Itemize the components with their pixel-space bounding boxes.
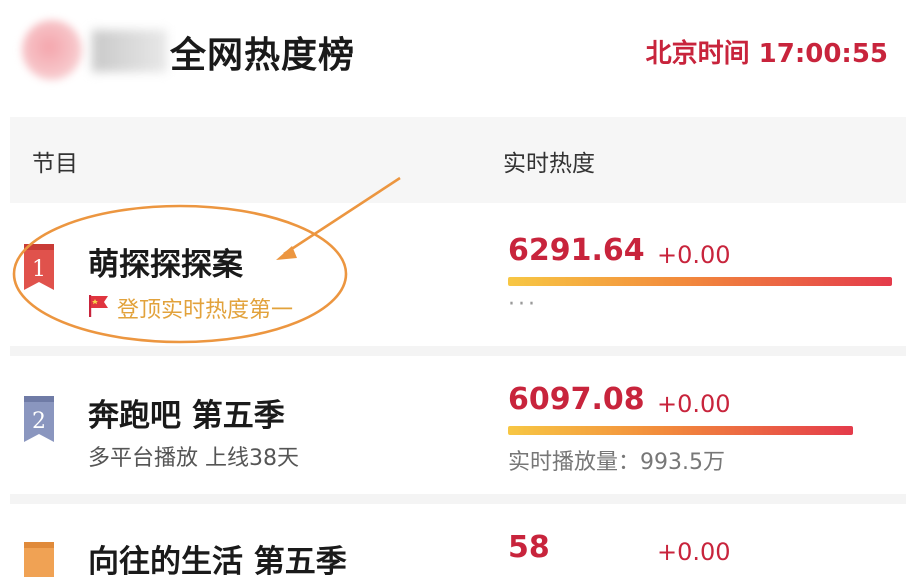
row-divider <box>10 346 906 356</box>
program-title: 奔跑吧 第五季 <box>88 398 285 434</box>
heat-value: 6291.64 <box>508 233 645 268</box>
blurred-app-name <box>92 30 167 72</box>
list-item[interactable]: 向往的生活 第五季 58 +0.00 <box>10 504 906 577</box>
table-header: 节目 实时热度 <box>10 117 906 203</box>
heat-delta: +0.00 <box>657 538 731 566</box>
header: 全网热度榜 北京时间 17:00:55 <box>0 0 916 110</box>
clock-time: 17:00:55 <box>758 39 888 69</box>
heat-delta: +0.00 <box>657 241 731 269</box>
column-realtime-heat: 实时热度 <box>503 151 595 177</box>
heat-bar <box>508 426 853 435</box>
page-title: 全网热度榜 <box>170 35 356 76</box>
realtime-play-count: 实时播放量：993.5万 <box>508 450 725 475</box>
program-subtitle: 多平台播放 上线38天 <box>88 446 299 471</box>
rank-number: 1 <box>32 257 46 282</box>
heat-value: 58 <box>508 530 550 565</box>
clock-label: 北京时间 <box>645 39 750 69</box>
column-program: 节目 <box>32 151 78 177</box>
list-item[interactable]: 1 萌探探探案 登顶实时热度第一 6291.64 +0.00 ··· <box>10 203 906 346</box>
beijing-time: 北京时间 17:00:55 <box>646 33 888 70</box>
rank-badge-icon: 2 <box>24 396 54 442</box>
row-extra: ··· <box>508 292 538 317</box>
heat-delta: +0.00 <box>657 390 731 418</box>
row-divider <box>10 494 906 504</box>
rank-number: 2 <box>32 409 46 434</box>
program-title: 萌探探探案 <box>88 247 243 283</box>
rank-badge-icon: 1 <box>24 244 54 290</box>
program-title: 向往的生活 第五季 <box>88 544 347 577</box>
heat-value: 6097.08 <box>508 382 645 417</box>
red-flag-icon <box>89 295 108 317</box>
blurred-avatar <box>22 20 82 80</box>
program-subtitle: 登顶实时热度第一 <box>117 298 294 323</box>
rank-badge-icon <box>24 542 54 577</box>
heat-bar <box>508 277 892 286</box>
list-item[interactable]: 2 奔跑吧 第五季 多平台播放 上线38天 6097.08 +0.00 实时播放… <box>10 356 906 494</box>
